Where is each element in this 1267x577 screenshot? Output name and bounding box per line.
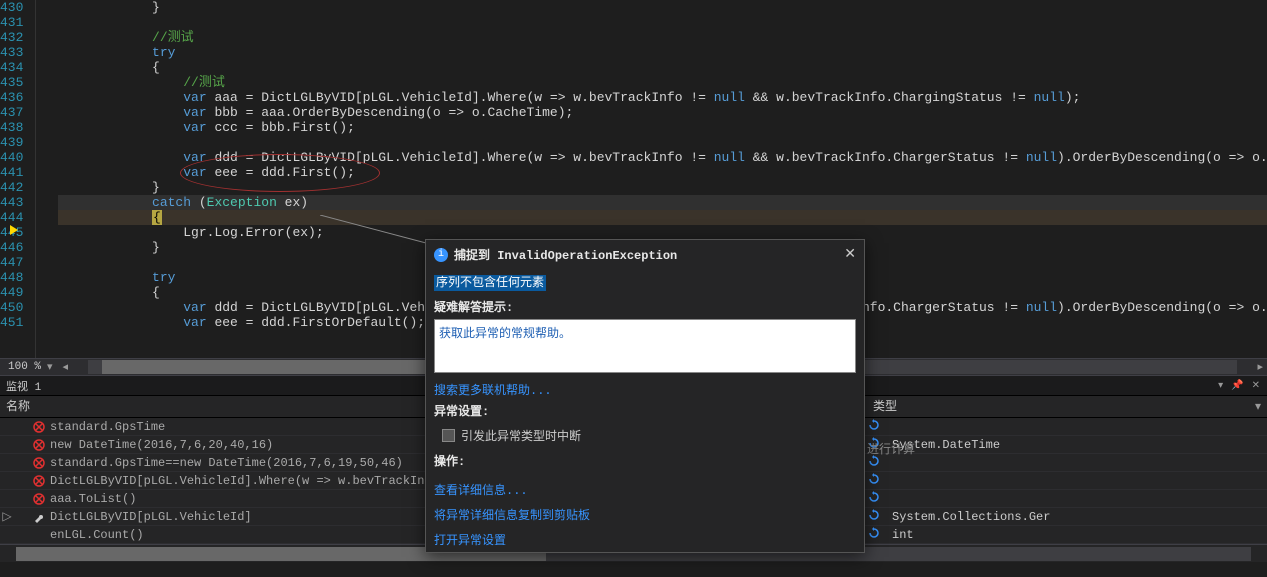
hint-link[interactable]: 获取此异常的常规帮助。 <box>439 327 571 341</box>
line-number: 442 <box>0 180 35 195</box>
code-line[interactable]: catch (Exception ex) <box>58 195 1267 210</box>
line-number: 446 <box>0 240 35 255</box>
popup-titlebar[interactable]: i 捕捉到 InvalidOperationException ✕ <box>426 240 864 269</box>
copy-exception-link[interactable]: 将异常详细信息复制到剪贴板 <box>426 502 864 527</box>
watch-panel-title: 监视 1 <box>6 378 41 394</box>
code-line[interactable]: { <box>58 60 1267 75</box>
line-number: 441 <box>0 165 35 180</box>
line-number: 431 <box>0 15 35 30</box>
error-icon <box>30 457 48 469</box>
code-line[interactable]: //测试 <box>58 75 1267 90</box>
line-number: 448 <box>0 270 35 285</box>
code-line[interactable]: var bbb = aaa.OrderByDescending(o => o.C… <box>58 105 1267 120</box>
break-on-exception-checkbox[interactable] <box>442 429 455 442</box>
error-icon <box>30 439 48 451</box>
refresh-icon[interactable] <box>868 527 884 543</box>
open-exception-settings-link[interactable]: 打开异常设置 <box>426 527 864 552</box>
line-number: 438 <box>0 120 35 135</box>
search-online-help-link[interactable]: 搜索更多联机帮助... <box>426 377 864 402</box>
error-icon <box>30 421 48 433</box>
code-line[interactable]: try <box>58 45 1267 60</box>
checkbox-label: 引发此异常类型时中断 <box>461 427 581 444</box>
info-icon: i <box>434 248 448 262</box>
line-number: 444 <box>0 210 35 225</box>
view-details-link[interactable]: 查看详细信息... <box>426 477 864 502</box>
watch-col-type[interactable]: 类型 ▾ <box>865 396 1267 417</box>
wrench-icon <box>30 511 48 523</box>
popup-message[interactable]: 序列不包含任何元素 <box>434 273 856 290</box>
line-number: 447 <box>0 255 35 270</box>
line-number: 440 <box>0 150 35 165</box>
code-line[interactable]: var aaa = DictLGLByVID[pLGL.VehicleId].W… <box>58 90 1267 105</box>
refresh-icon[interactable] <box>868 509 884 525</box>
window-dropdown-icon[interactable]: ▾ <box>1215 380 1226 392</box>
refresh-icon[interactable] <box>868 491 884 507</box>
popup-title-text: 捕捉到 InvalidOperationException <box>454 246 844 263</box>
watch-type: System.Collections.Ger <box>884 510 1267 524</box>
dropdown-arrow-icon[interactable]: ▾ <box>47 360 53 374</box>
hint-label: 疑难解答提示: <box>434 298 856 315</box>
watch-hidden-value: 进行计算 <box>867 440 915 457</box>
line-number: 443 <box>0 195 35 210</box>
error-icon <box>30 493 48 505</box>
code-line[interactable]: var eee = ddd.First(); <box>58 165 1267 180</box>
code-line[interactable] <box>58 15 1267 30</box>
actions-label: 操作: <box>434 452 856 469</box>
watch-type: System.DateTime <box>884 438 1267 452</box>
line-number: 449 <box>0 285 35 300</box>
popup-close-icon[interactable]: ✕ <box>844 246 856 263</box>
hint-textarea[interactable]: 获取此异常的常规帮助。 <box>434 319 856 373</box>
line-number: 435 <box>0 75 35 90</box>
breakpoint-current-arrow <box>10 225 18 233</box>
code-line[interactable] <box>58 135 1267 150</box>
refresh-icon[interactable] <box>868 419 884 435</box>
code-line[interactable]: var ccc = bbb.First(); <box>58 120 1267 135</box>
line-number: 439 <box>0 135 35 150</box>
code-line[interactable]: } <box>58 0 1267 15</box>
settings-label: 异常设置: <box>434 402 856 419</box>
error-icon <box>30 475 48 487</box>
exception-popup: i 捕捉到 InvalidOperationException ✕ 序列不包含任… <box>425 239 865 553</box>
scroll-left-icon[interactable]: ◂ <box>59 360 73 374</box>
line-number: 432 <box>0 30 35 45</box>
line-number-gutter: 4304314324334344354364374384394404414424… <box>0 0 36 358</box>
scroll-right-icon[interactable]: ▸ <box>1253 360 1267 374</box>
code-line[interactable]: Lgr.Log.Error(ex); <box>58 225 1267 240</box>
code-line[interactable]: { <box>58 210 1267 225</box>
line-number: 430 <box>0 0 35 15</box>
line-number: 436 <box>0 90 35 105</box>
watch-type: int <box>884 528 1267 542</box>
close-icon[interactable]: ✕ <box>1249 380 1263 392</box>
code-line[interactable]: var ddd = DictLGLByVID[pLGL.VehicleId].W… <box>58 150 1267 165</box>
line-number: 451 <box>0 315 35 330</box>
line-number: 434 <box>0 60 35 75</box>
code-line[interactable]: //测试 <box>58 30 1267 45</box>
line-number: 450 <box>0 300 35 315</box>
line-number: 433 <box>0 45 35 60</box>
refresh-icon[interactable] <box>868 473 884 489</box>
expand-icon[interactable]: ▷ <box>0 509 14 524</box>
column-dropdown-icon[interactable]: ▾ <box>1255 396 1261 418</box>
code-line[interactable]: } <box>58 180 1267 195</box>
pin-icon[interactable]: 📌 <box>1228 380 1246 392</box>
line-number: 437 <box>0 105 35 120</box>
zoom-level[interactable]: 100 % <box>8 361 41 373</box>
